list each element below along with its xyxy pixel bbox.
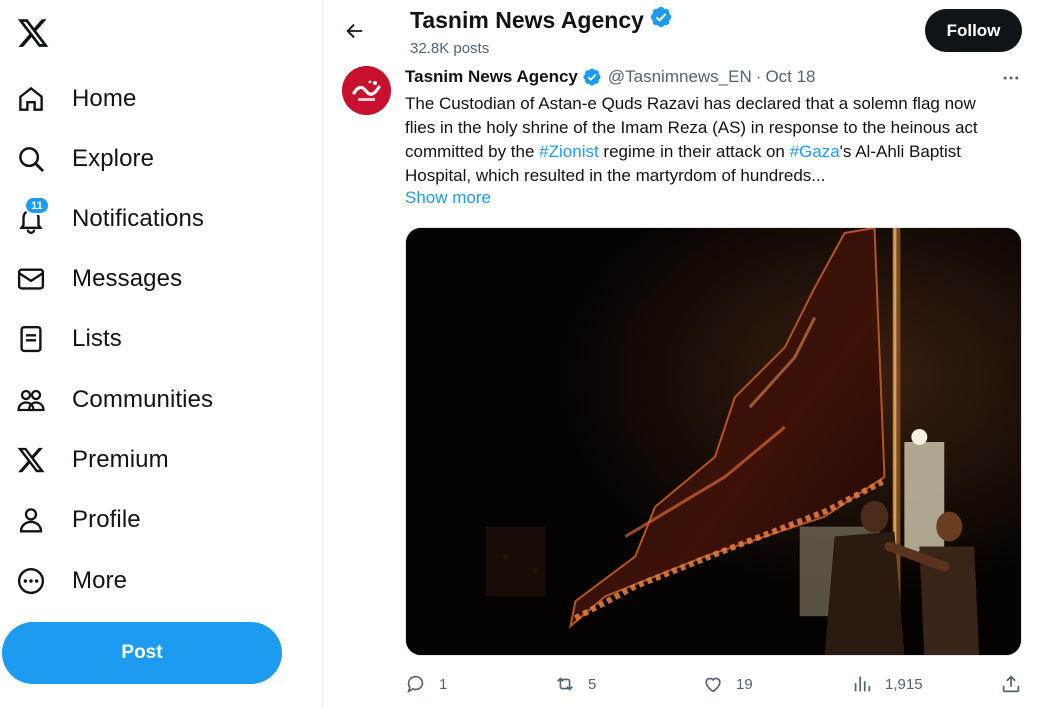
more-horizontal-icon — [1003, 76, 1019, 80]
show-more-link[interactable]: Show more — [405, 188, 491, 208]
x-logo-icon — [14, 443, 48, 477]
tweet-image[interactable] — [405, 227, 1022, 656]
sidebar: Home Explore 11 Notifications Messages L… — [0, 0, 323, 708]
sidebar-item-messages[interactable]: Messages — [14, 254, 182, 304]
reply-count: 1 — [439, 675, 448, 693]
sidebar-item-label: Profile — [72, 506, 141, 533]
tweet-text: The Custodian of Astan-e Quds Razavi has… — [405, 92, 1010, 188]
like-count: 19 — [736, 675, 753, 693]
arrow-left-icon — [346, 23, 363, 39]
envelope-icon — [14, 262, 48, 296]
x-logo-icon[interactable] — [14, 14, 52, 52]
reply-icon — [407, 675, 424, 694]
repost-icon — [557, 677, 573, 691]
views-button[interactable]: 1,915 — [851, 672, 923, 696]
tweet-date[interactable]: Oct 18 — [765, 67, 815, 87]
header-title-text: Tasnim News Agency — [410, 6, 644, 33]
reply-button[interactable]: 1 — [405, 672, 447, 696]
views-chart-icon — [854, 676, 871, 692]
views-count: 1,915 — [885, 675, 923, 693]
sidebar-item-communities[interactable]: Communities — [14, 375, 213, 425]
sidebar-item-home[interactable]: Home — [14, 74, 136, 124]
sidebar-item-label: More — [72, 567, 128, 594]
bell-icon: 11 — [14, 196, 50, 236]
sidebar-item-label: Explore — [72, 145, 155, 172]
sidebar-item-explore[interactable]: Explore — [14, 134, 154, 184]
verified-badge-icon — [582, 67, 602, 87]
follow-button[interactable]: Follow — [925, 9, 1022, 52]
share-button[interactable] — [1000, 672, 1022, 696]
author-name[interactable]: Tasnim News Agency — [405, 67, 578, 87]
sidebar-item-label: Notifications — [72, 205, 205, 232]
notification-badge: 11 — [24, 196, 50, 215]
tweet-header: Tasnim News Agency @Tasnimnews_EN · Oct … — [405, 67, 816, 87]
separator-dot: · — [755, 67, 762, 86]
home-icon — [14, 82, 48, 116]
hashtag-link[interactable]: #Zionist — [539, 142, 599, 161]
post-button[interactable]: Post — [2, 622, 282, 684]
sidebar-item-label: Lists — [72, 325, 122, 352]
repost-count: 5 — [588, 675, 597, 693]
sidebar-item-more[interactable]: More — [14, 556, 127, 606]
heart-icon — [705, 677, 721, 693]
sidebar-item-label: Home — [72, 85, 137, 112]
sidebar-item-profile[interactable]: Profile — [14, 495, 141, 545]
back-button[interactable] — [336, 12, 374, 50]
verified-badge-icon — [649, 5, 673, 35]
sidebar-item-label: Messages — [72, 265, 183, 292]
sidebar-item-label: Premium — [72, 446, 169, 473]
person-icon — [14, 503, 48, 537]
tweet-text-part: regime in their attack on — [598, 142, 790, 161]
sidebar-item-notifications[interactable]: 11 Notifications — [14, 194, 204, 244]
posts-count: 32.8K posts — [410, 40, 490, 57]
like-button[interactable]: 19 — [702, 672, 753, 696]
sidebar-item-label: Communities — [72, 386, 214, 413]
sidebar-item-premium[interactable]: Premium — [14, 435, 169, 485]
avatar[interactable] — [342, 66, 391, 115]
page-title: Tasnim News Agency — [410, 5, 673, 35]
sidebar-item-lists[interactable]: Lists — [14, 314, 122, 364]
repost-button[interactable]: 5 — [554, 672, 596, 696]
search-icon — [14, 142, 48, 176]
hashtag-link[interactable]: #Gaza — [790, 142, 840, 161]
more-options-button[interactable] — [998, 66, 1024, 90]
share-icon — [1002, 675, 1020, 693]
more-circle-icon — [14, 564, 48, 598]
list-icon — [14, 322, 48, 356]
author-handle[interactable]: @Tasnimnews_EN — [608, 67, 752, 87]
people-icon — [14, 383, 48, 417]
